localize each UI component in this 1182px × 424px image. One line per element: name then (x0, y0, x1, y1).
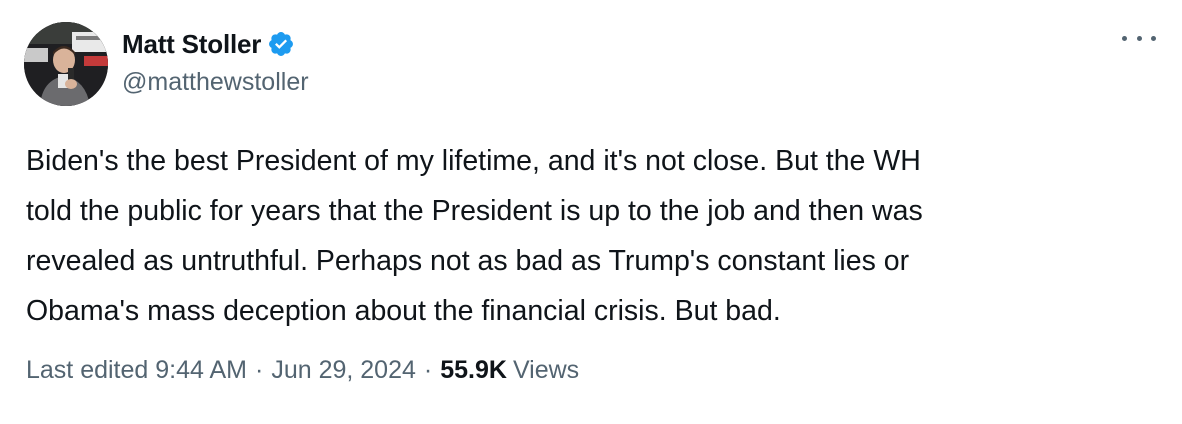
meta-separator: · (423, 356, 433, 384)
more-dot-icon (1151, 35, 1156, 41)
views-count: 55.9K (440, 356, 507, 384)
views-label: Views (512, 356, 580, 384)
meta-separator: · (254, 356, 264, 384)
verified-badge-icon (267, 30, 295, 58)
tweet-card: Matt Stoller @matthewstoller Biden's the… (0, 0, 1182, 424)
user-handle[interactable]: @matthewstoller (122, 68, 309, 97)
tweet-text: Biden's the best President of my lifetim… (26, 145, 923, 327)
more-dot-icon (1136, 35, 1142, 41)
tweet-meta: Last edited 9:44 AM · Jun 29, 2024 · 55.… (26, 356, 579, 385)
name-row: Matt Stoller (122, 26, 309, 62)
more-dot-icon (1122, 35, 1127, 41)
display-name[interactable]: Matt Stoller (122, 29, 261, 60)
author-block: Matt Stoller @matthewstoller (122, 26, 309, 97)
avatar[interactable] (24, 22, 108, 106)
tweet-date[interactable]: Jun 29, 2024 (271, 356, 416, 385)
more-options-button[interactable] (1122, 28, 1156, 48)
avatar-photo (24, 22, 108, 106)
edited-time-link[interactable]: Last edited 9:44 AM (26, 356, 247, 385)
